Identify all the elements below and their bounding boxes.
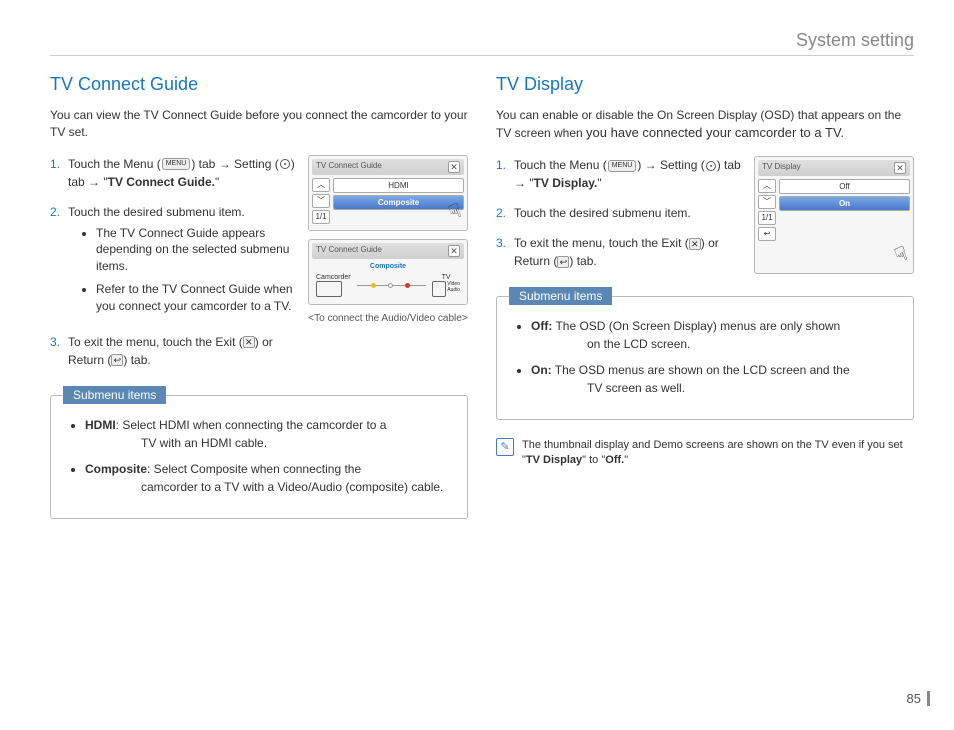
up-icon: ︿ — [758, 179, 776, 193]
menu-icon: MENU — [162, 158, 191, 170]
submenu-item: Off: The OSD (On Screen Display) menus a… — [531, 317, 899, 353]
step-num: 1. — [50, 155, 68, 191]
close-icon: ✕ — [243, 336, 255, 348]
ss-title: TV Connect Guide — [316, 245, 382, 257]
step-2: Touch the desired submenu item. The TV C… — [68, 203, 296, 321]
intro-right: You can enable or disable the On Screen … — [496, 107, 914, 142]
screenshot-tv-connect-1: TV Connect Guide ✕ ︿ ﹀ 1/1 HDMI Composit… — [308, 155, 468, 231]
intro-left: You can view the TV Connect Guide before… — [50, 107, 468, 141]
close-icon: ✕ — [448, 161, 460, 173]
section-title-right: TV Display — [496, 74, 914, 95]
step-2: Touch the desired submenu item. — [514, 204, 742, 222]
note: ✎ The thumbnail display and Demo screens… — [496, 438, 914, 469]
video-label: Video — [447, 281, 460, 287]
menu-item-hdmi: HDMI — [333, 178, 464, 193]
submenu-item: HDMI: Select HDMI when connecting the ca… — [85, 416, 453, 452]
page-indicator: 1/1 — [312, 210, 330, 224]
submenu-box-left: Submenu items HDMI: Select HDMI when con… — [50, 395, 468, 519]
step-num: 2. — [496, 204, 514, 222]
submenu-box-right: Submenu items Off: The OSD (On Screen Di… — [496, 296, 914, 420]
return-icon: ↩ — [111, 354, 123, 366]
tv-icon — [432, 281, 446, 297]
up-icon: ︿ — [312, 178, 330, 192]
audio-label: Audio — [447, 287, 460, 293]
screenshot-stack: TV Connect Guide ✕ ︿ ﹀ 1/1 HDMI Composit… — [308, 155, 468, 381]
gear-icon — [280, 159, 290, 169]
menu-item-off: Off — [779, 179, 910, 194]
step-1: Touch the Menu (MENU) tab → Setting () t… — [68, 155, 296, 191]
bullet: The TV Connect Guide appears depending o… — [96, 225, 296, 275]
camcorder-label: Camcorder — [316, 274, 351, 281]
close-icon: ✕ — [689, 238, 701, 250]
page-indicator: 1/1 — [758, 211, 776, 225]
ss-title: TV Display — [762, 162, 801, 174]
section-title-left: TV Connect Guide — [50, 74, 468, 95]
submenu-tag: Submenu items — [63, 386, 166, 404]
tv-label: TV — [432, 274, 460, 281]
return-icon: ↩ — [557, 256, 569, 268]
return-icon: ↩ — [758, 227, 776, 241]
screenshot-tv-connect-2: TV Connect Guide ✕ Composite Camcorder — [308, 239, 468, 305]
step-num: 3. — [496, 234, 514, 270]
step-num: 3. — [50, 333, 68, 369]
submenu-tag: Submenu items — [509, 287, 612, 305]
right-column: TV Display You can enable or disable the… — [496, 74, 914, 519]
composite-label: Composite — [316, 263, 460, 270]
step-1: Touch the Menu (MENU) → Setting () tab →… — [514, 156, 742, 192]
menu-item-on: On — [779, 196, 910, 211]
caption: <To connect the Audio/Video cable> — [308, 313, 468, 324]
down-icon: ﹀ — [312, 194, 330, 208]
bullet: Refer to the TV Connect Guide when you c… — [96, 281, 296, 315]
down-icon: ﹀ — [758, 195, 776, 209]
menu-icon: MENU — [608, 160, 637, 172]
gear-icon — [706, 161, 716, 171]
hand-icon: ☟ — [891, 241, 911, 269]
step-num: 2. — [50, 203, 68, 321]
left-column: TV Connect Guide You can view the TV Con… — [50, 74, 468, 519]
close-icon: ✕ — [894, 162, 906, 174]
submenu-item: Composite: Select Composite when connect… — [85, 460, 453, 496]
note-icon: ✎ — [496, 438, 514, 456]
camcorder-icon — [316, 281, 342, 297]
close-icon: ✕ — [448, 245, 460, 257]
step-3: To exit the menu, touch the Exit (✕) or … — [68, 333, 296, 369]
step-3: To exit the menu, touch the Exit (✕) or … — [514, 234, 742, 270]
page-header: System setting — [50, 30, 914, 56]
page-number: 85 — [907, 691, 930, 706]
ss-title: TV Connect Guide — [316, 161, 382, 173]
screenshot-tv-display: TV Display ✕ ︿ ﹀ 1/1 ↩ Off On ☟ — [754, 156, 914, 274]
step-num: 1. — [496, 156, 514, 192]
submenu-item: On: The OSD menus are shown on the LCD s… — [531, 361, 899, 397]
